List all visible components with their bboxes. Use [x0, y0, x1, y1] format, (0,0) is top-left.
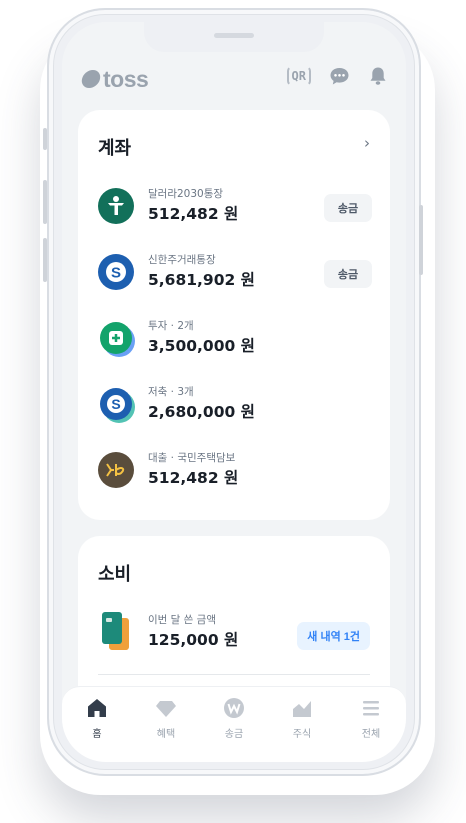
- cards-icon: [98, 612, 134, 650]
- qr-code-icon[interactable]: QR: [286, 66, 311, 86]
- notch: [144, 22, 324, 52]
- savings-stack-icon: S: [98, 386, 135, 423]
- send-money-button[interactable]: 송금: [324, 194, 372, 222]
- tab-label: 혜택: [156, 729, 176, 740]
- svg-text:S: S: [111, 265, 121, 282]
- account-label: 달러라2030통장: [148, 188, 224, 200]
- chevron-right-icon[interactable]: ›: [364, 134, 370, 152]
- accounts-card: 계좌 › 달러라2030통장 512,482 원 송금 S 신한주거래통장 5,…: [78, 110, 390, 520]
- tab-all[interactable]: 전체: [346, 697, 396, 740]
- tab-label: 주식: [292, 729, 312, 740]
- side-button-volume-up: [43, 180, 47, 224]
- account-label: 신한주거래통장: [148, 254, 216, 266]
- account-amount: 512,482 원: [148, 205, 239, 223]
- toss-logo: toss: [80, 64, 149, 94]
- account-row[interactable]: 투자 · 2개 3,500,000 원: [98, 316, 372, 362]
- tab-label: 홈: [92, 729, 102, 740]
- investment-stack-icon: [98, 320, 135, 357]
- home-icon: [86, 697, 108, 719]
- bell-icon[interactable]: [368, 66, 388, 86]
- chat-bubble-icon[interactable]: [329, 67, 350, 86]
- top-bar: toss QR: [62, 64, 406, 94]
- shinhan-s-icon: S: [98, 254, 134, 290]
- bank-person-icon: [98, 188, 134, 224]
- toss-logo-icon: [80, 70, 102, 88]
- won-coin-icon: [223, 697, 245, 719]
- tab-label: 전체: [361, 729, 381, 740]
- account-row[interactable]: S 저축 · 3개 2,680,000 원: [98, 382, 372, 428]
- side-button-power: [419, 205, 423, 275]
- spending-label: 이번 달 쓴 금액: [148, 614, 216, 626]
- account-amount: 2,680,000 원: [148, 403, 255, 421]
- menu-lines-icon: [360, 697, 382, 719]
- kb-loan-icon: [98, 452, 134, 488]
- account-row[interactable]: 대출 · 국민주택담보 512,482 원: [98, 448, 372, 494]
- account-label: 저축 · 3개: [148, 386, 194, 398]
- spending-title: 소비: [98, 564, 132, 585]
- app-screen: toss QR 계좌 › 달러라2030통장 512,482 원 송금 S 신한…: [62, 22, 406, 762]
- tab-label: 송금: [224, 729, 244, 740]
- account-label: 투자 · 2개: [148, 320, 194, 332]
- side-button-mute: [43, 128, 47, 150]
- tab-home[interactable]: 홈: [72, 697, 122, 740]
- divider: [98, 674, 370, 675]
- brand-name: toss: [103, 65, 149, 92]
- account-amount: 3,500,000 원: [148, 337, 255, 355]
- stock-chart-icon: [291, 697, 313, 719]
- account-amount: 512,482 원: [148, 469, 239, 487]
- bottom-tab-bar: 홈 혜택 송금 주식 전체: [62, 686, 406, 762]
- tab-benefits[interactable]: 혜택: [141, 697, 191, 740]
- tab-send[interactable]: 송금: [209, 697, 259, 740]
- header-actions: QR: [286, 66, 388, 86]
- gem-icon: [155, 697, 177, 719]
- side-button-volume-down: [43, 238, 47, 282]
- accounts-title: 계좌: [98, 138, 132, 159]
- account-row[interactable]: S 신한주거래통장 5,681,902 원 송금: [98, 250, 372, 296]
- tab-stocks[interactable]: 주식: [277, 697, 327, 740]
- spending-amount: 125,000 원: [148, 631, 239, 649]
- new-transactions-button[interactable]: 새 내역 1건: [297, 622, 370, 650]
- account-row[interactable]: 달러라2030통장 512,482 원 송금: [98, 184, 372, 230]
- account-amount: 5,681,902 원: [148, 271, 255, 289]
- svg-text:S: S: [111, 396, 120, 412]
- account-label: 대출 · 국민주택담보: [148, 452, 236, 464]
- speaker: [214, 33, 254, 38]
- send-money-button[interactable]: 송금: [324, 260, 372, 288]
